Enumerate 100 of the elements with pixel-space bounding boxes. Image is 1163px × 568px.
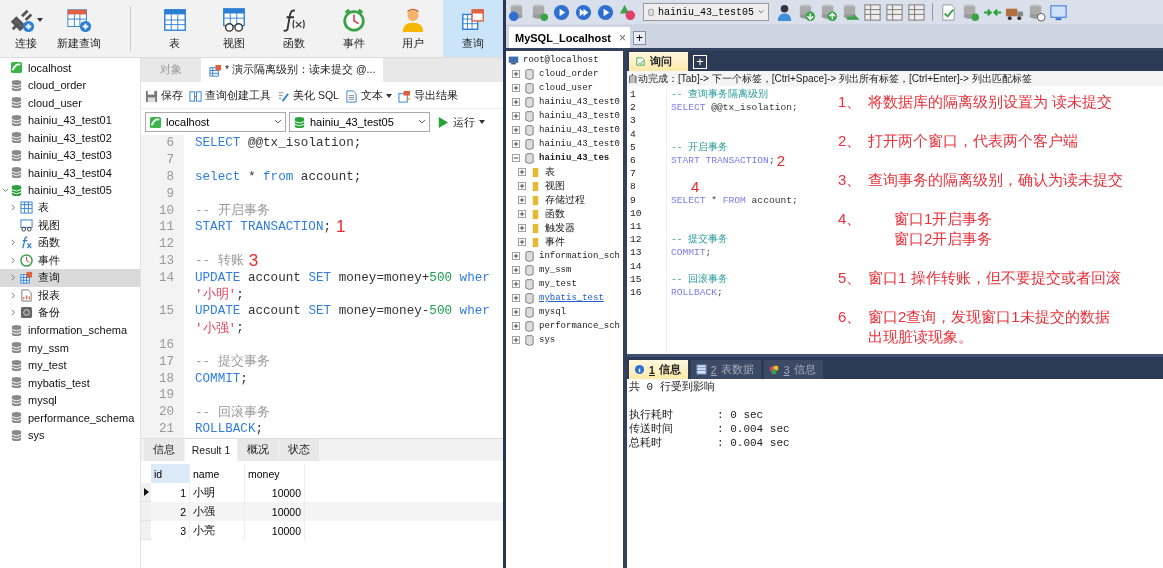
tree-item[interactable]: 事件 [0,251,140,269]
connection-tab[interactable]: MySQL_Localhost × [509,27,630,48]
tree-item[interactable]: my_ssm [0,339,140,357]
tree-item[interactable]: performance_schema [0,409,140,427]
toolbar-button[interactable]: 视图 [204,0,265,57]
close-icon[interactable]: × [618,30,626,45]
query-tab[interactable]: 询问 [629,52,688,71]
expand-icon[interactable] [512,266,520,274]
tree-item[interactable]: hainiu_43_test0 [506,123,623,137]
tree-item[interactable]: 触发器 [506,221,623,235]
column-header[interactable]: name [190,464,245,483]
result-tab[interactable]: 状态 [279,439,319,461]
expand-icon[interactable] [512,322,520,330]
expand-icon[interactable] [512,308,520,316]
toolbar-button[interactable]: 函数 [264,0,324,57]
toolbar-button[interactable]: 用户 [383,0,444,57]
tree-item[interactable]: 函数 [0,234,140,252]
tree-item[interactable]: information_sch [506,249,623,263]
play-page-icon[interactable] [596,2,615,22]
tree-item[interactable]: hainiu_43_test02 [0,129,140,147]
tree-item[interactable]: 事件 [506,235,623,249]
tree-item[interactable]: hainiu_43_test0 [506,109,623,123]
grid-icon[interactable] [885,2,904,22]
tree-item[interactable]: cloud_order [506,67,623,81]
expand-icon[interactable] [518,168,526,176]
expand-icon[interactable] [512,112,520,120]
new-query-tab-button[interactable]: + [693,55,707,69]
chevron-down-icon[interactable] [1,186,9,194]
expand-icon[interactable] [512,280,520,288]
expand-icon[interactable] [512,252,520,260]
database-select[interactable]: hainiu_43_test05 [643,3,769,21]
check-icon[interactable] [939,2,958,22]
chevron-right-icon[interactable] [10,309,17,317]
toolbar-button[interactable]: 连接 [2,0,49,57]
tree-item[interactable]: 存储过程 [506,193,623,207]
tree-item[interactable]: information_schema [0,321,140,339]
tree-item[interactable]: mysql [506,305,623,319]
result-tab[interactable]: 概况 [238,439,278,461]
tree-item[interactable]: performance_sch [506,319,623,333]
column-header[interactable]: money [245,464,305,483]
tree-item[interactable]: sys [0,426,140,444]
toolbar-button[interactable]: 新建查询 [49,0,110,57]
chevron-right-icon[interactable] [10,291,17,299]
expand-icon[interactable] [512,140,520,148]
result-tab[interactable]: 3 信息 [763,360,823,379]
tree-item[interactable]: hainiu_43_test01 [0,111,140,129]
tree-item[interactable]: 备份 [0,304,140,322]
tree-item[interactable]: hainiu_43_tes [506,151,623,165]
column-header[interactable]: id [151,464,190,483]
editor-toolbar-button[interactable]: 保存 [145,89,183,103]
tree-item[interactable]: 查询 [0,269,140,287]
tree-item[interactable]: hainiu_43_test05 [0,181,140,199]
editor-toolbar-button[interactable]: 美化 SQL [277,89,339,103]
tree-item[interactable]: cloud_order [0,76,140,94]
chevron-right-icon[interactable] [10,274,17,282]
expand-icon[interactable] [518,182,526,190]
new-tab-button[interactable]: + [633,31,646,45]
screen-icon[interactable] [1049,2,1068,22]
expand-icon[interactable] [512,70,520,78]
database-up-icon[interactable] [819,2,838,22]
tree-item[interactable]: my_test [0,356,140,374]
grid-icon[interactable] [907,2,926,22]
database-select[interactable]: hainiu_43_test05 [289,112,430,132]
fast-forward-icon[interactable] [574,2,593,22]
expand-icon[interactable] [518,238,526,246]
toolbar-button[interactable]: 事件 [323,0,384,57]
grid-icon[interactable] [863,2,882,22]
editor-tab[interactable]: * 演示隔离级别：读未提交 @... [201,58,384,82]
result-tab[interactable]: 1 信息 [629,360,688,379]
tree-item[interactable]: sys [506,333,623,347]
tree-item[interactable]: mybatis_test [0,374,140,392]
editor-toolbar-button[interactable]: 导出结果 [397,89,458,103]
tree-item[interactable]: my_ssm [506,263,623,277]
tree-item[interactable]: mybatis_test [506,291,623,305]
tree-item[interactable]: 视图 [0,216,140,234]
chevron-right-icon[interactable] [10,239,17,247]
tree-item[interactable]: 报表 [0,286,140,304]
tree-item[interactable]: hainiu_43_test03 [0,146,140,164]
shapes-icon[interactable] [618,2,637,22]
run-button[interactable]: 运行 [433,114,488,130]
toolbar-button[interactable]: 表 [144,0,205,57]
connection-select[interactable]: localhost [145,112,286,132]
expand-icon[interactable] [512,336,520,344]
tree-item[interactable]: 函数 [506,207,623,221]
row-header[interactable] [141,483,151,502]
expand-icon[interactable] [518,210,526,218]
tree-item[interactable]: 表 [506,165,623,179]
collapse-icon[interactable] [512,154,520,162]
result-tab[interactable]: 信息 [144,439,184,461]
tree-item[interactable]: hainiu_43_test04 [0,164,140,182]
tree-item[interactable]: localhost [0,59,140,77]
chevron-right-icon[interactable] [10,204,17,212]
tree-item[interactable]: my_test [506,277,623,291]
tree-item[interactable]: hainiu_43_test0 [506,95,623,109]
expand-icon[interactable] [518,196,526,204]
tree-item[interactable]: 表 [0,199,140,217]
editor-toolbar-button[interactable]: 文本 [344,89,392,103]
tree-item[interactable]: cloud_user [506,81,623,95]
expand-icon[interactable] [512,98,520,106]
toolbar-button[interactable]: 查询 [443,0,503,57]
